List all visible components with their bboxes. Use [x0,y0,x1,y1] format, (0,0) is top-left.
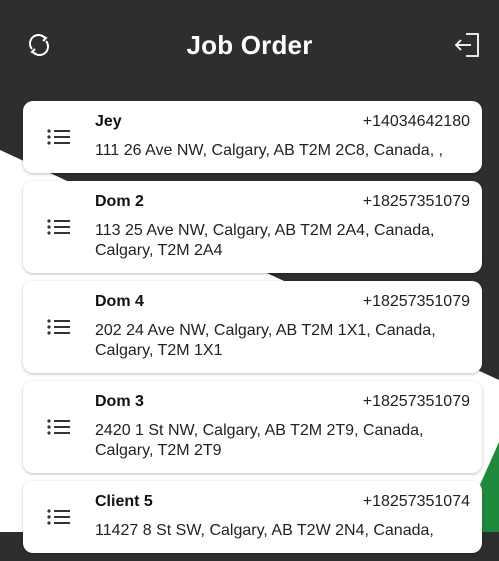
job-name: Jey [95,113,122,130]
app-header: Job Order [0,0,499,90]
list-icon [23,217,95,237]
job-name: Dom 2 [95,193,144,210]
job-name: Dom 4 [95,293,144,310]
job-address: 113 25 Ave NW, Calgary, AB T2M 2A4, Cana… [95,222,435,259]
logout-icon[interactable] [451,28,485,62]
job-phone: +14034642180 [362,113,470,130]
job-name: Client 5 [95,493,153,510]
job-address: 111 26 Ave NW, Calgary, AB T2M 2C8, Cana… [95,142,444,159]
list-icon [23,507,95,527]
job-phone: +18257351079 [362,393,470,410]
job-phone: +18257351079 [362,193,470,210]
list-icon [23,317,95,337]
job-phone: +18257351074 [362,493,470,510]
job-list: Jey +14034642180 111 26 Ave NW, Calgary,… [23,101,482,561]
job-card[interactable]: Dom 3 +18257351079 2420 1 St NW, Calgary… [23,381,482,473]
list-icon [23,417,95,437]
refresh-icon[interactable] [22,28,56,62]
job-card[interactable]: Jey +14034642180 111 26 Ave NW, Calgary,… [23,101,482,173]
job-address: 11427 8 St SW, Calgary, AB T2W 2N4, Cana… [95,522,434,539]
job-phone: +18257351079 [362,293,470,310]
job-address: 2420 1 St NW, Calgary, AB T2M 2T9, Canad… [95,422,424,459]
list-icon [23,127,95,147]
job-card[interactable]: Dom 2 +18257351079 113 25 Ave NW, Calgar… [23,181,482,273]
job-card[interactable]: Client 5 +18257351074 11427 8 St SW, Cal… [23,481,482,553]
job-address: 202 24 Ave NW, Calgary, AB T2M 1X1, Cana… [95,322,436,359]
page-title: Job Order [186,29,313,60]
job-name: Dom 3 [95,393,144,410]
job-card[interactable]: Dom 4 +18257351079 202 24 Ave NW, Calgar… [23,281,482,373]
